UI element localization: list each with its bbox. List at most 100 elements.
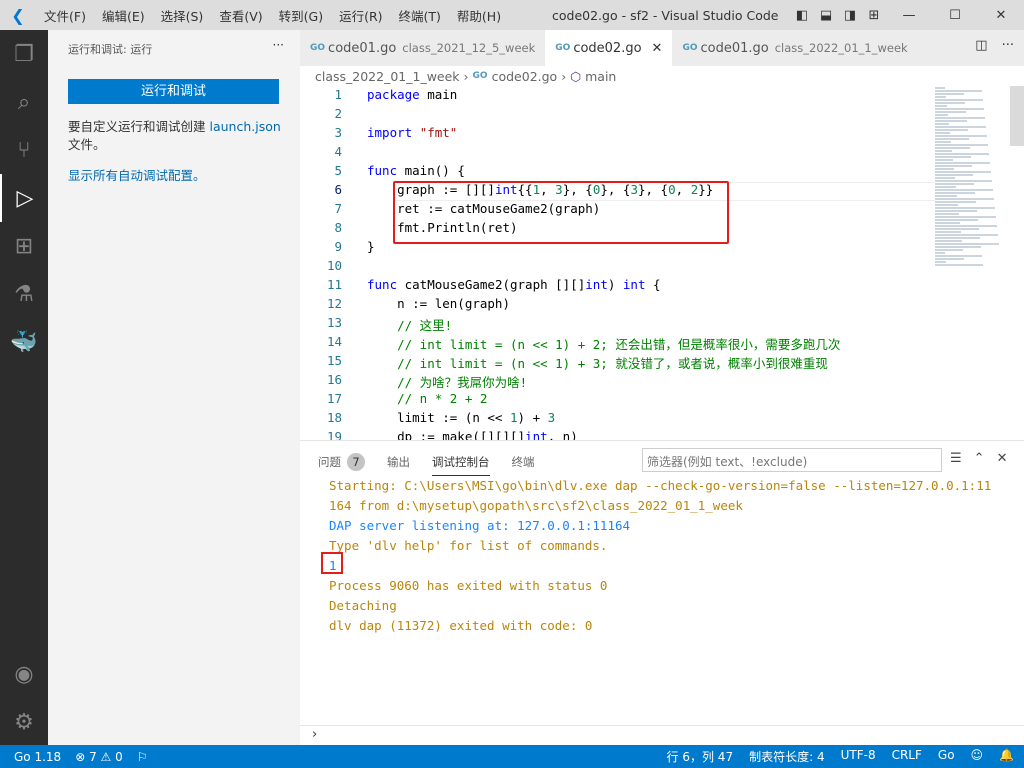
minimap-line [935,207,995,209]
breadcrumb: class_2022_01_1_week › GO code02.go › ⬡ ma… [315,68,617,84]
tab-output[interactable]: 输出 [387,453,410,476]
minimap-line [935,231,961,233]
minimap-line [935,213,959,215]
minimap-line [935,150,952,152]
debug-console-input[interactable]: › [300,725,1024,745]
minimap-line [935,264,983,266]
tab-size[interactable]: 制表符长度: 4 [749,748,825,765]
menu-item[interactable]: 查看(V) [211,6,270,25]
go-version[interactable]: Go 1.18 [14,750,61,764]
problems-count-badge: 7 [347,453,365,471]
debug-launch-icon[interactable]: ⚐ [137,750,148,764]
minimap[interactable] [935,86,1010,346]
minimap-line [935,165,972,167]
tab-debug-console[interactable]: 调试控制台 [432,453,490,476]
console-line: 164 from d:\mysetup\gopath\src\sf2\class… [329,498,743,513]
tab-problems[interactable]: 问题 7 [318,453,365,476]
settings-gear-icon[interactable]: ⚙ [0,698,48,746]
console-line: Process 9060 has exited with status 0 [329,578,608,593]
code-line: // n * 2 + 2 [367,391,487,406]
code-line: import "fmt" [367,125,457,140]
minimap-line [935,180,992,182]
show-all-configs-link[interactable]: 显示所有自动调试配置。 [68,168,206,183]
tab-terminal[interactable]: 终端 [512,453,535,476]
menu-item[interactable]: 编辑(E) [94,6,153,25]
docker-icon[interactable]: 🐳 [0,318,48,366]
minimize-button[interactable]: — [886,8,932,23]
language-mode[interactable]: Go [938,748,955,765]
split-editor-icon[interactable]: ◫ [975,38,987,53]
code-token: int [525,429,548,440]
breadcrumb-symbol[interactable]: main [585,69,616,84]
line-number: 8 [334,220,342,235]
code-token: "fmt" [419,125,458,140]
toggle-panel-icon[interactable]: ⬓ [814,8,838,23]
menu-item[interactable]: 选择(S) [153,6,212,25]
more-actions-icon[interactable]: ··· [1002,38,1014,53]
editor-tab[interactable]: GO code02.go ✕ [545,30,673,66]
search-icon[interactable]: ⌕ [0,78,48,126]
minimap-line [935,126,986,128]
minimap-line [935,171,991,173]
code-token: ) + [517,410,548,425]
minimap-line [935,168,954,170]
code-token: int [585,277,608,292]
menu-item[interactable]: 转到(G) [271,6,331,25]
breadcrumb-file[interactable]: code02.go [492,69,558,84]
minimap-line [935,114,948,116]
menu-item[interactable]: 运行(R) [331,6,390,25]
maximize-button[interactable]: ☐ [932,8,978,23]
layout-icon[interactable]: ⊞ [862,8,886,23]
maximize-panel-icon[interactable]: ⌃ [974,451,985,466]
line-number: 19 [326,429,342,440]
cursor-position[interactable]: 行 6，列 47 [667,748,734,765]
source-control-icon[interactable]: ⑂ [0,126,48,174]
minimap-line [935,261,946,263]
code-line: n := len(graph) [367,296,510,311]
editor-tab[interactable]: GO code01.go class_2022_01_1_week [672,30,918,66]
menu-item[interactable]: 文件(F) [36,6,94,25]
close-panel-icon[interactable]: ✕ [997,451,1008,466]
create-launch-json-link[interactable]: launch.json [209,119,280,134]
close-button[interactable]: ✕ [978,8,1024,23]
line-number: 15 [326,353,342,368]
account-icon[interactable]: ◉ [0,650,48,698]
menu-item[interactable]: 终端(T) [391,6,449,25]
run-debug-icon[interactable]: ▷ [0,174,48,222]
feedback-icon[interactable]: ☺ [971,748,984,765]
minimap-line [935,162,990,164]
line-number: 3 [334,125,342,140]
explorer-icon[interactable]: ❐ [0,30,48,78]
toggle-secondary-sidebar-icon[interactable]: ◨ [838,8,862,23]
testing-icon[interactable]: ⚗ [0,270,48,318]
close-tab-icon[interactable]: ✕ [652,41,663,56]
line-ending[interactable]: CRLF [892,748,922,765]
editor-tab[interactable]: GO code01.go class_2021_12_5_week [300,30,546,66]
minimap-line [935,228,979,230]
code-token: main [419,87,458,102]
breadcrumb-folder[interactable]: class_2022_01_1_week [315,69,460,84]
minimap-line [935,90,982,92]
minimap-line [935,96,946,98]
code-editor[interactable]: 1 package main 2 3 import "fmt" 4 5 func main()… [300,86,1010,440]
encoding[interactable]: UTF-8 [841,748,876,765]
filter-input[interactable]: 筛选器(例如 text、!exclude) [642,448,942,472]
minimap-line [935,87,945,89]
menu-item[interactable]: 帮助(H) [449,6,509,25]
code-token: 3 [547,410,556,425]
problems-status[interactable]: ⊗ 7 ⚠ 0 [75,750,123,764]
more-actions-icon[interactable]: ··· [273,38,284,52]
code-token: { [645,277,661,292]
clear-console-icon[interactable]: ☰ [950,451,962,466]
extensions-icon[interactable]: ⊞ [0,222,48,270]
minimap-line [935,144,988,146]
notifications-bell-icon[interactable]: 🔔 [999,748,1014,765]
editor-scrollbar[interactable] [1010,86,1024,146]
toggle-sidebar-icon[interactable]: ◧ [790,8,814,23]
console-line: Starting: C:\Users\MSI\go\bin\dlv.exe da… [329,478,992,493]
sidebar-title: 运行和调试: 运行 [68,43,153,56]
run-and-debug-button[interactable]: 运行和调试 [68,79,279,104]
annotation-box [321,552,343,574]
title-bar: ❮ 文件(F) 编辑(E) 选择(S) 查看(V) 转到(G) 运行(R) 终端(T) 帮助(… [0,0,1024,30]
tab-label: code02.go [573,40,642,56]
